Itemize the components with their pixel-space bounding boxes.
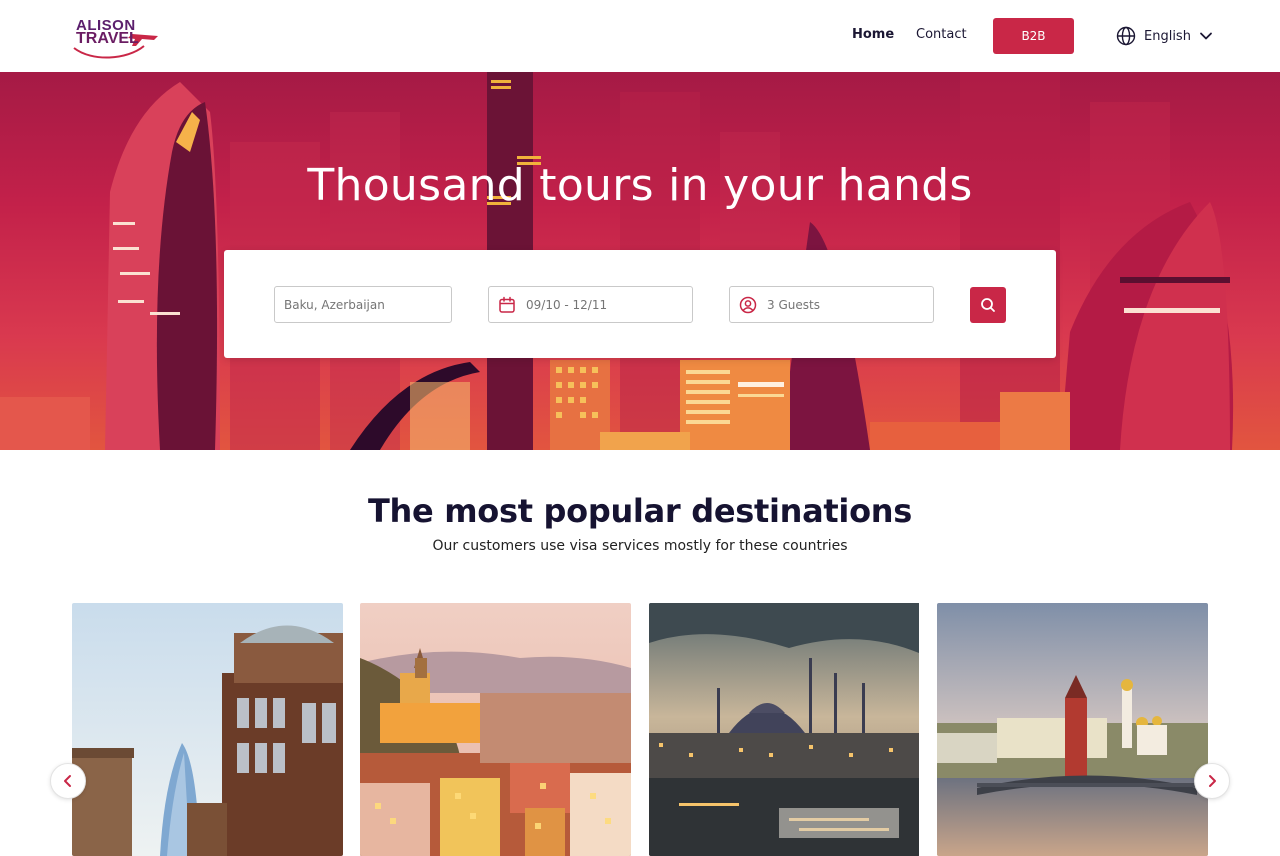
carousel-next-button[interactable]: [1194, 763, 1230, 799]
destination-card-tbilisi[interactable]: [360, 603, 631, 856]
destinations-subtitle: Our customers use visa services mostly f…: [432, 538, 848, 554]
nav-contact-link[interactable]: Contact: [916, 27, 967, 42]
site-header: ALISON TRAVEL Home Contact B2B English: [0, 0, 1280, 72]
globe-icon: [1116, 26, 1136, 46]
chevron-down-icon: [1200, 32, 1212, 40]
destination-card-baku[interactable]: [72, 603, 343, 856]
destination-image: [649, 603, 919, 856]
carousel-prev-button[interactable]: [50, 763, 86, 799]
user-circle-icon: [739, 296, 757, 313]
search-button[interactable]: [970, 287, 1006, 323]
guests-input[interactable]: [757, 297, 933, 312]
destinations-title: The most popular destinations: [367, 492, 912, 530]
guests-field[interactable]: [729, 286, 934, 323]
search-icon: [981, 298, 995, 312]
logo-text-bottom: TRAVEL: [76, 30, 139, 47]
destination-image: [360, 603, 631, 856]
nav-home-link[interactable]: Home: [852, 27, 894, 42]
chevron-left-icon: [64, 775, 71, 787]
destination-card-moscow[interactable]: [937, 603, 1208, 856]
location-field[interactable]: [274, 286, 452, 323]
location-input[interactable]: [275, 297, 451, 312]
hero-title: Thousand tours in your hands: [307, 160, 973, 211]
hero-banner: Thousand tours in your hands: [0, 72, 1280, 450]
chevron-right-icon: [1209, 775, 1216, 787]
destination-card-istanbul[interactable]: [649, 603, 920, 856]
date-range-field[interactable]: [488, 286, 693, 323]
alison-travel-logo[interactable]: ALISON TRAVEL: [72, 12, 162, 60]
destination-image: [72, 603, 343, 856]
language-label: English: [1144, 28, 1191, 44]
tour-search-panel: [224, 250, 1056, 358]
b2b-button[interactable]: B2B: [993, 18, 1074, 54]
calendar-icon: [499, 296, 515, 313]
destination-image: [937, 603, 1208, 856]
date-range-input[interactable]: [516, 297, 692, 312]
language-selector[interactable]: English: [1116, 25, 1213, 47]
